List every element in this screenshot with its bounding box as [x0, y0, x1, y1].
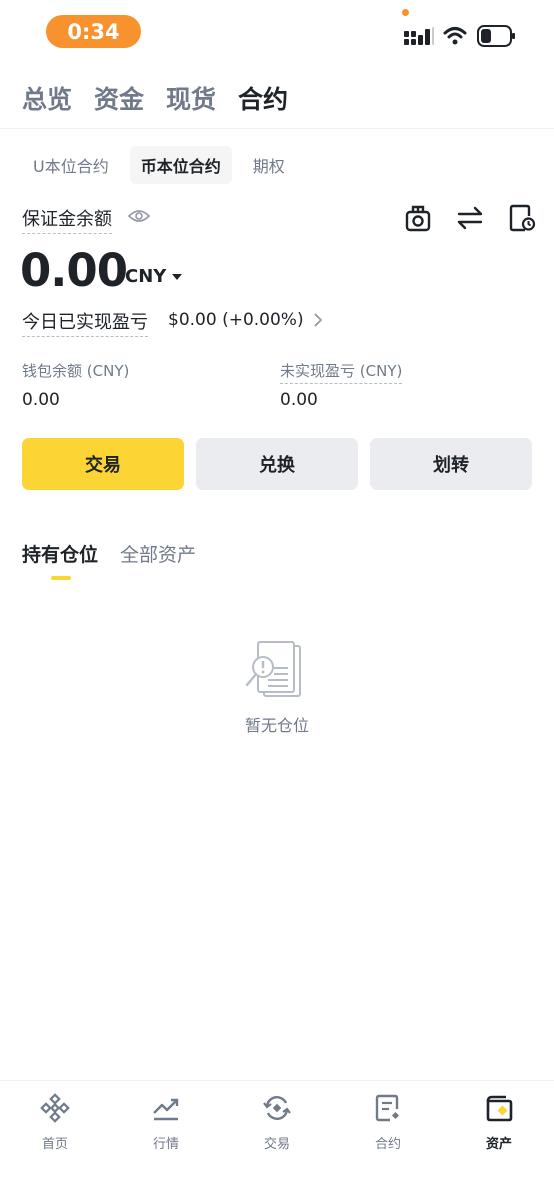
nav-trade[interactable]: 交易 [237, 1093, 317, 1152]
nav-assets-label: 资产 [485, 1137, 512, 1152]
nav-markets-label: 行情 [152, 1137, 179, 1152]
wifi-icon [443, 27, 467, 45]
today-pnl-label[interactable]: 今日已实现盈亏 [22, 308, 148, 337]
camera-gift-icon[interactable] [404, 203, 432, 233]
currency-label: CNY [125, 266, 167, 287]
battery-icon [477, 25, 515, 47]
tab-positions[interactable]: 持有仓位 [22, 540, 98, 567]
caret-down-icon [172, 273, 183, 280]
top-divider [0, 128, 554, 129]
nav-markets[interactable]: 行情 [126, 1093, 206, 1152]
unrealized-pnl-label[interactable]: 未实现盈亏 (CNY) [280, 360, 403, 384]
subtab-options[interactable]: 期权 [242, 146, 296, 184]
trend-chart-icon [153, 1098, 179, 1121]
transfer-button[interactable]: 划转 [370, 438, 532, 490]
recording-dot [402, 9, 409, 16]
header-actions [404, 203, 536, 233]
empty-document-search-icon [245, 641, 301, 697]
today-pnl-value[interactable]: $0.00 (+0.00%) [168, 310, 304, 330]
tab-funding[interactable]: 资金 [94, 80, 144, 116]
sub-tabs: U本位合约 币本位合约 期权 [22, 146, 296, 184]
bottom-nav: 首页 行情 交易 合约 资产 [0, 1080, 554, 1200]
eye-icon[interactable] [128, 208, 150, 224]
binance-logo-icon [40, 1093, 70, 1123]
wallet-balance-value: 0.00 [22, 390, 60, 410]
top-tabs: 总览 资金 现货 合约 [22, 80, 288, 116]
subtab-coinm[interactable]: 币本位合约 [129, 146, 232, 184]
signal-icon [404, 27, 434, 45]
unrealized-pnl-value: 0.00 [280, 390, 318, 410]
tab-futures[interactable]: 合约 [238, 80, 288, 116]
history-doc-icon[interactable] [508, 203, 536, 233]
contract-doc-icon [375, 1094, 400, 1122]
nav-assets[interactable]: 资产 [459, 1093, 539, 1152]
tab-all-assets[interactable]: 全部资产 [120, 540, 196, 567]
subtab-usdm[interactable]: U本位合约 [22, 146, 120, 184]
nav-futures[interactable]: 合约 [348, 1093, 428, 1152]
nav-home[interactable]: 首页 [15, 1093, 95, 1152]
tab-overview[interactable]: 总览 [22, 80, 72, 116]
margin-balance-value: 0.00 [20, 244, 128, 297]
chevron-right-icon[interactable] [312, 312, 324, 328]
wallet-balance-label: 钱包余额 (CNY) [22, 362, 130, 380]
active-tab-indicator [51, 576, 71, 580]
transfer-arrows-icon[interactable] [456, 203, 484, 233]
wallet-icon [486, 1095, 513, 1122]
tab-spot[interactable]: 现货 [166, 80, 216, 116]
status-time: 0:34 [46, 15, 141, 48]
convert-button[interactable]: 兑换 [196, 438, 358, 490]
nav-futures-label: 合约 [374, 1137, 401, 1152]
nav-trade-label: 交易 [263, 1137, 290, 1152]
position-tabs: 持有仓位 全部资产 [22, 540, 196, 567]
currency-selector[interactable]: CNY [125, 266, 183, 287]
trade-button[interactable]: 交易 [22, 438, 184, 490]
nav-home-label: 首页 [41, 1137, 68, 1152]
trade-swap-icon [263, 1096, 291, 1120]
empty-state-text: 暂无仓位 [244, 716, 309, 735]
margin-balance-label[interactable]: 保证金余额 [22, 205, 112, 234]
